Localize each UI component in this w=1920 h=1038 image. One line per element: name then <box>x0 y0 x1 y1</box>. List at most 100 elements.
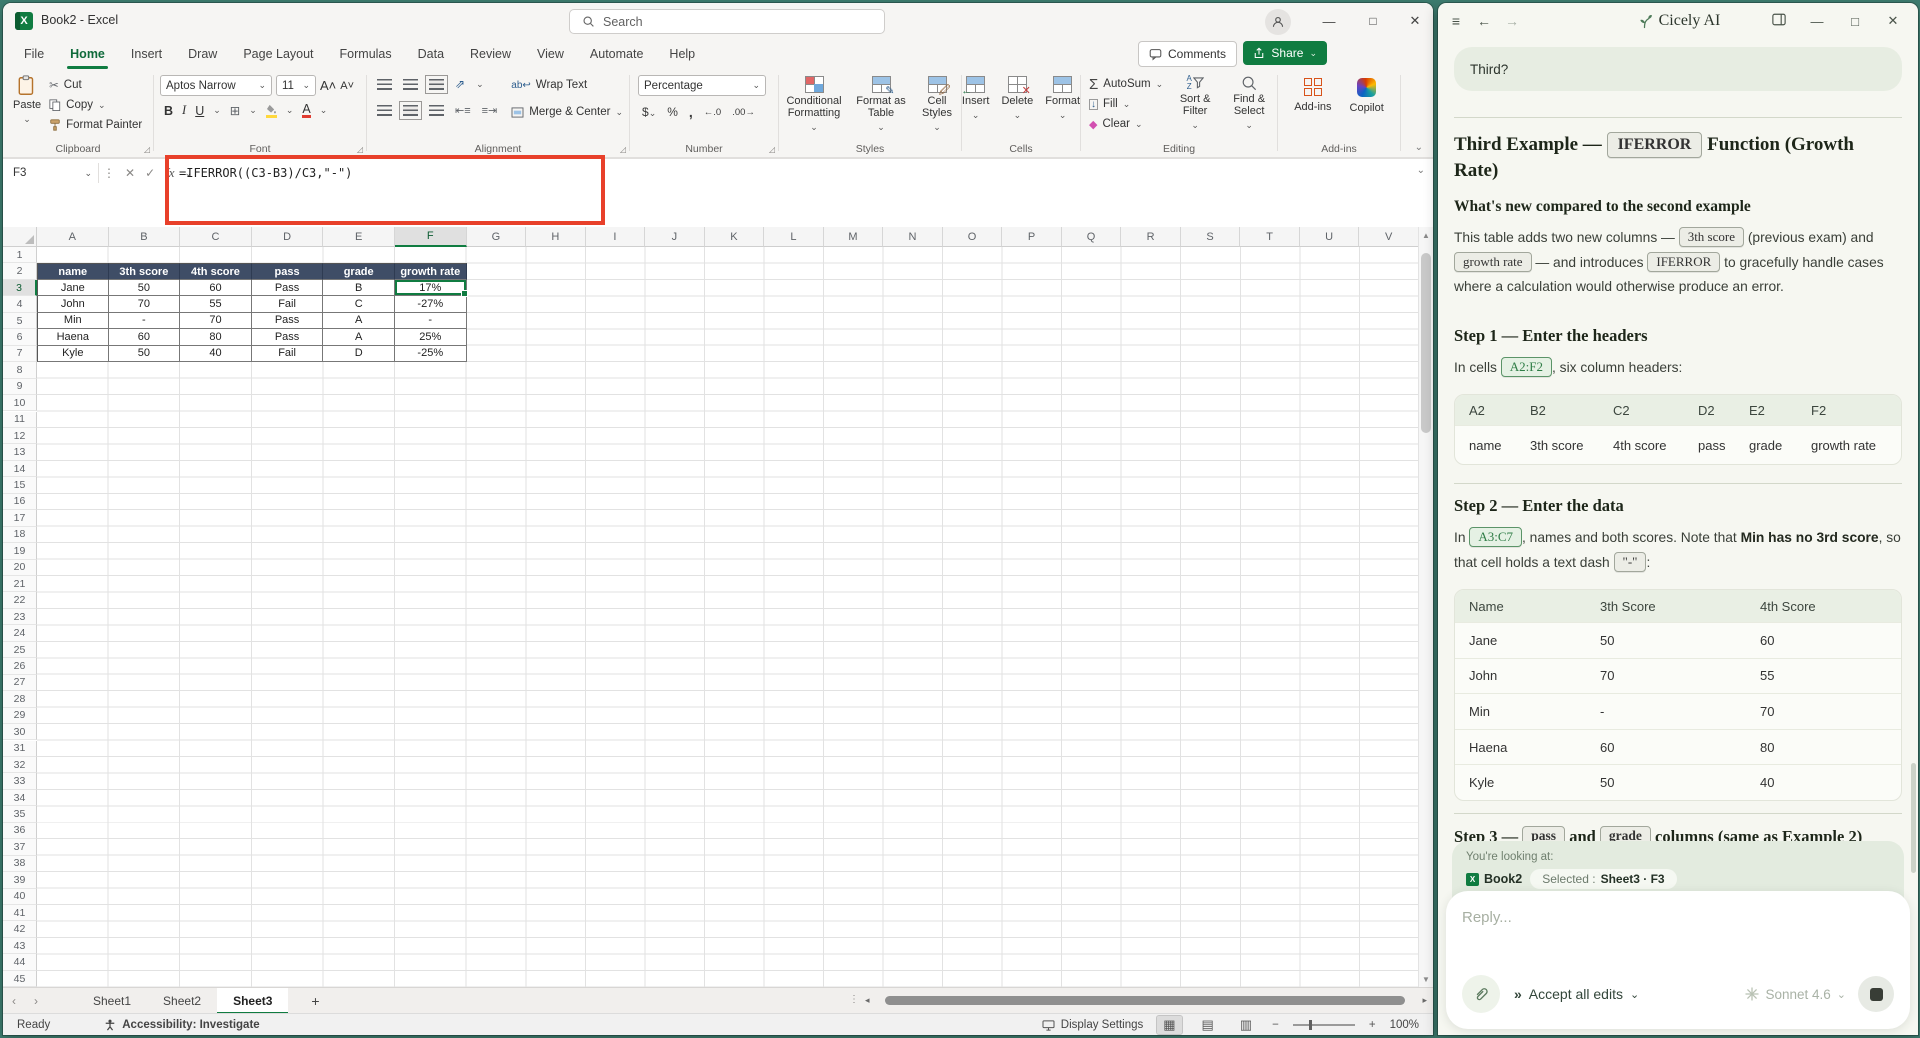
cell-styles-button[interactable]: 🖉 Cell Styles⌄ <box>917 76 957 139</box>
row-header-34[interactable]: 34 <box>3 790 37 806</box>
row-header-27[interactable]: 27 <box>3 675 37 691</box>
header-cell[interactable]: growth rate <box>395 263 467 279</box>
header-cell[interactable]: name <box>37 263 109 279</box>
copilot-button[interactable]: Copilot <box>1350 78 1384 139</box>
comments-button[interactable]: Comments <box>1138 41 1237 67</box>
back-icon[interactable]: ← <box>1470 13 1498 29</box>
cell-D3[interactable]: Pass <box>252 280 324 296</box>
header-cell[interactable]: grade <box>323 263 395 279</box>
column-header-J[interactable]: J <box>645 227 705 247</box>
ribbon-tab-data[interactable]: Data <box>405 39 457 69</box>
row-header-19[interactable]: 19 <box>3 543 37 559</box>
cell-A5[interactable]: Min <box>37 313 109 329</box>
vertical-scrollbar[interactable]: ▲ ▼ <box>1418 227 1433 987</box>
row-header-1[interactable]: 1 <box>3 247 37 263</box>
cell-C6[interactable]: 80 <box>180 329 252 345</box>
cell-E3[interactable]: B <box>323 280 395 296</box>
row-header-6[interactable]: 6 <box>3 329 37 345</box>
cell-B7[interactable]: 50 <box>109 346 181 362</box>
assistant-minimize-button[interactable]: — <box>1798 14 1836 29</box>
confirm-formula-button[interactable]: ✓ <box>145 166 155 180</box>
zoom-level[interactable]: 100% <box>1390 1019 1419 1031</box>
reply-input[interactable]: Reply... <box>1462 909 1894 926</box>
ribbon-tab-formulas[interactable]: Formulas <box>327 39 405 69</box>
row-header-39[interactable]: 39 <box>3 872 37 888</box>
decrease-decimal-button[interactable]: .00→ <box>732 107 755 118</box>
header-cell[interactable]: pass <box>252 263 324 279</box>
normal-view-button[interactable]: ▦ <box>1157 1016 1181 1034</box>
cell-C7[interactable]: 40 <box>180 346 252 362</box>
column-header-V[interactable]: V <box>1359 227 1419 247</box>
italic-button[interactable]: I <box>182 103 186 118</box>
cell-A7[interactable]: Kyle <box>37 346 109 362</box>
row-header-22[interactable]: 22 <box>3 592 37 608</box>
ribbon-tab-view[interactable]: View <box>524 39 577 69</box>
zoom-in-button[interactable]: + <box>1369 1019 1376 1031</box>
forward-icon[interactable]: → <box>1498 13 1526 29</box>
horizontal-scrollbar[interactable] <box>879 995 1415 1007</box>
decrease-indent-button[interactable]: ⇤≡ <box>455 104 471 117</box>
header-cell[interactable]: 4th score <box>180 263 252 279</box>
column-header-H[interactable]: H <box>526 227 586 247</box>
ribbon-tab-automate[interactable]: Automate <box>577 39 657 69</box>
number-dialog-launcher[interactable]: ◿ <box>769 145 775 154</box>
cell-D5[interactable]: Pass <box>252 313 324 329</box>
menu-icon[interactable]: ≡ <box>1442 13 1470 29</box>
format-as-table-button[interactable]: ✎ Format as Table⌄ <box>855 76 907 139</box>
find-select-button[interactable]: Find & Select⌄ <box>1227 73 1271 139</box>
row-header-29[interactable]: 29 <box>3 708 37 724</box>
cell-F3[interactable]: 17% <box>395 280 467 296</box>
sort-filter-button[interactable]: AZ Sort & Filter⌄ <box>1173 73 1217 139</box>
accounting-format-button[interactable]: $⌄ <box>642 105 656 119</box>
header-cell[interactable]: 3th score <box>109 263 181 279</box>
cell-A4[interactable]: John <box>37 296 109 312</box>
row-header-33[interactable]: 33 <box>3 773 37 789</box>
align-left-button[interactable] <box>377 105 392 116</box>
column-header-L[interactable]: L <box>764 227 824 247</box>
column-header-K[interactable]: K <box>705 227 765 247</box>
cell-E7[interactable]: D <box>323 346 395 362</box>
row-header-3[interactable]: 3 <box>3 280 37 296</box>
percent-style-button[interactable]: % <box>667 105 678 119</box>
row-header-24[interactable]: 24 <box>3 625 37 641</box>
column-header-O[interactable]: O <box>943 227 1003 247</box>
cancel-formula-button[interactable]: ✕ <box>125 166 135 180</box>
zoom-out-button[interactable]: − <box>1272 1019 1279 1031</box>
row-header-35[interactable]: 35 <box>3 806 37 822</box>
column-header-E[interactable]: E <box>323 227 395 247</box>
row-header-5[interactable]: 5 <box>3 313 37 329</box>
fill-color-button[interactable] <box>266 104 277 118</box>
column-header-P[interactable]: P <box>1002 227 1062 247</box>
cell-A3[interactable]: Jane <box>37 280 109 296</box>
wrap-text-button[interactable]: ab↩Wrap Text <box>511 76 623 94</box>
cell-A6[interactable]: Haena <box>37 329 109 345</box>
cell-F7[interactable]: -25% <box>395 346 467 362</box>
autosum-button[interactable]: ΣAutoSum⌄ <box>1089 75 1163 93</box>
zoom-slider-thumb[interactable] <box>1309 1020 1312 1030</box>
row-header-31[interactable]: 31 <box>3 741 37 757</box>
borders-button[interactable]: ⊞ <box>230 103 240 118</box>
collapse-formula-bar-button[interactable]: ⌄ <box>1417 165 1425 176</box>
attach-button[interactable] <box>1462 975 1500 1013</box>
display-settings-button[interactable]: Display Settings <box>1042 1019 1143 1031</box>
align-bottom-button[interactable] <box>429 79 444 90</box>
format-painter-button[interactable]: Format Painter <box>49 116 142 134</box>
scrollbar-drag-handle[interactable]: ⋮ <box>849 994 860 1005</box>
collapse-ribbon-button[interactable]: ⌄ <box>1415 142 1423 153</box>
model-selector[interactable]: Sonnet 4.6 ⌄ <box>1745 987 1846 1002</box>
align-right-button[interactable] <box>429 105 444 116</box>
fill-button[interactable]: ↓Fill⌄ <box>1089 95 1163 113</box>
copy-button[interactable]: Copy⌄ <box>49 96 142 114</box>
ribbon-tab-home[interactable]: Home <box>57 39 118 69</box>
row-header-21[interactable]: 21 <box>3 576 37 592</box>
ribbon-tab-page-layout[interactable]: Page Layout <box>230 39 326 69</box>
column-header-M[interactable]: M <box>824 227 884 247</box>
alignment-dialog-launcher[interactable]: ◿ <box>620 145 626 154</box>
column-header-Q[interactable]: Q <box>1062 227 1122 247</box>
sheet-tab-sheet2[interactable]: Sheet2 <box>147 988 217 1014</box>
grow-font-button[interactable]: A˄ <box>320 78 336 93</box>
clear-button[interactable]: ◆Clear⌄ <box>1089 115 1163 133</box>
column-header-C[interactable]: C <box>180 227 252 247</box>
column-header-R[interactable]: R <box>1121 227 1181 247</box>
formula-options-icon[interactable]: ⋮ <box>103 166 115 180</box>
